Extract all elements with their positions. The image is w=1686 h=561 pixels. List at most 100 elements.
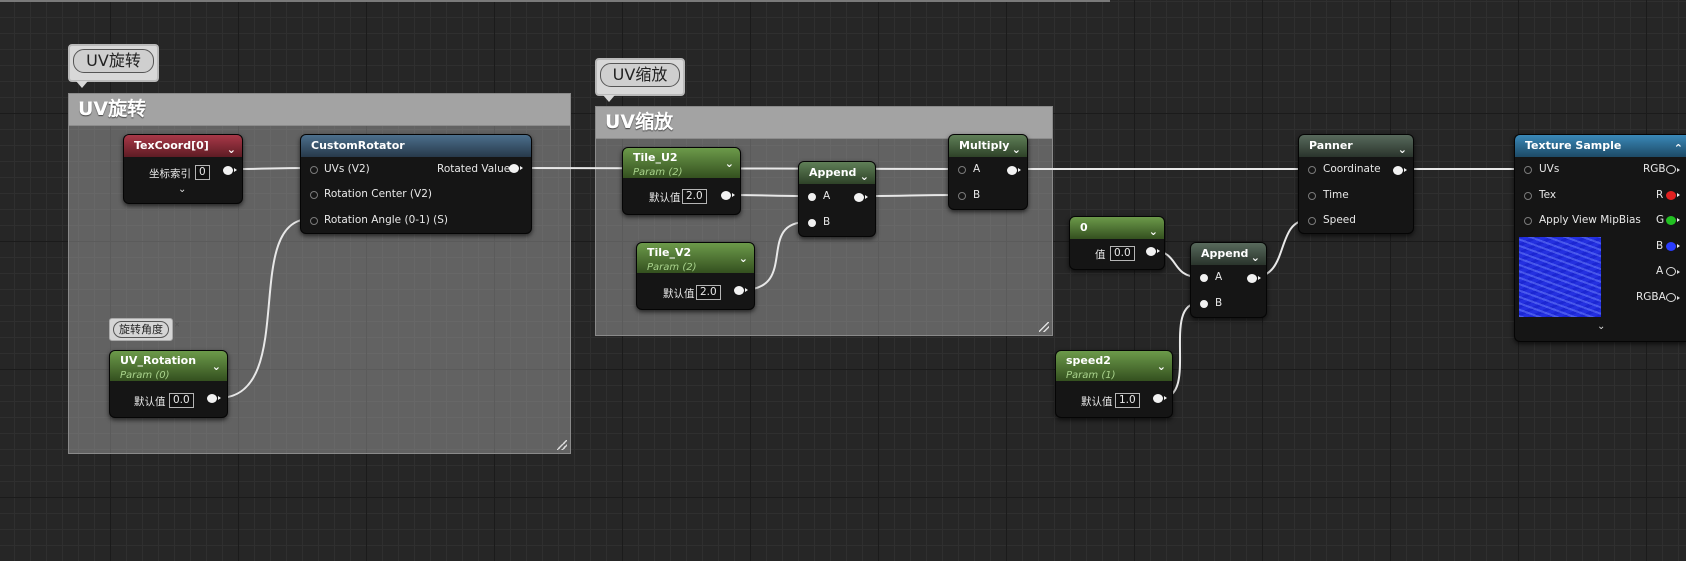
- node-constant-0[interactable]: 0 ⌄ 值 0.0: [1069, 216, 1165, 270]
- node-append[interactable]: Append ⌄ A B: [798, 161, 876, 237]
- node-header[interactable]: UV_Rotation Param (0) ⌄: [110, 351, 227, 381]
- output-pin-red[interactable]: [1666, 191, 1680, 200]
- input-pin[interactable]: [310, 191, 318, 199]
- output-pin[interactable]: [721, 191, 735, 200]
- output-pin[interactable]: [1247, 274, 1261, 283]
- output-pin[interactable]: [223, 166, 237, 175]
- pin-label: G: [1656, 214, 1665, 226]
- node-uv-rotation[interactable]: UV_Rotation Param (0) ⌄ 默认值 0.0: [109, 350, 228, 418]
- output-pin[interactable]: [1666, 165, 1680, 174]
- node-header[interactable]: CustomRotator: [301, 135, 531, 157]
- pin-label: RGBA: [1636, 291, 1666, 303]
- node-speed2[interactable]: speed2 Param (1) ⌄ 默认值 1.0: [1055, 350, 1173, 418]
- expand-chevron-icon[interactable]: ⌄: [1597, 321, 1605, 332]
- pin-label: Time: [1323, 189, 1349, 201]
- node-tile-v2[interactable]: Tile_V2 Param (2) ⌄ 默认值 2.0: [636, 242, 755, 310]
- pin-label: Rotated Values: [437, 163, 516, 175]
- input-pin[interactable]: [310, 166, 318, 174]
- chevron-down-icon[interactable]: ⌄: [1398, 139, 1407, 161]
- chevron-down-icon[interactable]: ⌄: [739, 251, 748, 266]
- node-title: Append: [1201, 247, 1249, 260]
- node-header[interactable]: speed2 Param (1) ⌄: [1056, 351, 1172, 381]
- node-header[interactable]: Multiply ⌄: [949, 135, 1027, 157]
- output-pin[interactable]: [1153, 394, 1167, 403]
- output-pin[interactable]: [207, 394, 221, 403]
- value-field[interactable]: 2.0: [696, 285, 721, 300]
- output-pin[interactable]: [1146, 247, 1160, 256]
- chevron-down-icon[interactable]: ⌄: [860, 166, 869, 188]
- input-pin[interactable]: [1524, 192, 1532, 200]
- input-pin[interactable]: [1308, 166, 1316, 174]
- chevron-down-icon[interactable]: ⌄: [1157, 359, 1166, 374]
- value-field[interactable]: 0.0: [169, 393, 194, 408]
- wire-uvrotation-to-rotator: [217, 218, 311, 399]
- output-pin[interactable]: [509, 164, 523, 173]
- input-pin[interactable]: [310, 217, 318, 225]
- output-pin[interactable]: [1666, 293, 1680, 302]
- pin-label: RGB: [1643, 163, 1666, 175]
- chevron-down-icon[interactable]: ⌄: [227, 139, 236, 161]
- node-header[interactable]: Tile_V2 Param (2) ⌄: [637, 243, 754, 273]
- value-field[interactable]: 0: [195, 165, 210, 180]
- chevron-down-icon[interactable]: ⌄: [1012, 139, 1021, 161]
- output-pin[interactable]: [1666, 267, 1680, 276]
- node-panner[interactable]: Panner ⌄ Coordinate Time Speed: [1298, 134, 1414, 234]
- input-pin[interactable]: [808, 219, 816, 227]
- pin-label: UVs (V2): [324, 163, 370, 175]
- node-header[interactable]: 0 ⌄: [1070, 217, 1164, 239]
- pin-label: Coordinate: [1323, 163, 1381, 175]
- input-pin[interactable]: [1524, 166, 1532, 174]
- output-pin[interactable]: [1007, 166, 1021, 175]
- chevron-down-icon[interactable]: ⌄: [725, 156, 734, 171]
- node-title: Tile_V2: [647, 246, 692, 259]
- pin-label: 默认值: [1081, 396, 1113, 408]
- expand-chevron-icon[interactable]: ⌄: [178, 184, 186, 195]
- output-pin[interactable]: [854, 193, 868, 202]
- output-pin[interactable]: [1393, 166, 1407, 175]
- pin-label: A: [1215, 271, 1223, 283]
- input-pin[interactable]: [958, 166, 966, 174]
- close-icon[interactable]: ✕: [174, 321, 180, 329]
- wire-texcoord-to-rotator: [232, 167, 311, 170]
- input-pin[interactable]: [808, 193, 816, 201]
- node-header[interactable]: TexCoord[0] ⌄: [124, 135, 242, 157]
- node-header[interactable]: Tile_U2 Param (2) ⌄: [623, 148, 740, 178]
- pin-label: UVs: [1539, 163, 1560, 175]
- input-pin[interactable]: [1200, 274, 1208, 282]
- pin-label: A: [973, 163, 981, 175]
- node-tile-u2[interactable]: Tile_U2 Param (2) ⌄ 默认值 2.0: [622, 147, 741, 215]
- input-pin[interactable]: [1308, 217, 1316, 225]
- output-pin-green[interactable]: [1666, 216, 1680, 225]
- node-texture-sample[interactable]: Texture Sample ⌃ UVs Tex Apply View MipBi…: [1514, 134, 1686, 342]
- chevron-down-icon[interactable]: ⌄: [212, 359, 221, 374]
- node-header[interactable]: Panner ⌄: [1299, 135, 1413, 157]
- value-field[interactable]: 0.0: [1110, 246, 1135, 261]
- node-texcoord[interactable]: TexCoord[0] ⌄ 坐标索引 0 ⌄: [123, 134, 243, 204]
- value-field[interactable]: 1.0: [1115, 393, 1140, 408]
- pin-label: B: [823, 216, 831, 228]
- node-custom-rotator[interactable]: CustomRotator UVs (V2) Rotation Center (…: [300, 134, 532, 234]
- input-pin[interactable]: [958, 192, 966, 200]
- node-append-2[interactable]: Append ⌄ A B: [1190, 242, 1267, 318]
- node-header[interactable]: Texture Sample ⌃: [1515, 135, 1686, 157]
- node-title: Tile_U2: [633, 151, 678, 164]
- input-pin[interactable]: [1308, 192, 1316, 200]
- node-title: Panner: [1309, 139, 1353, 152]
- node-comment-bubble[interactable]: 旋转角度 ✕: [109, 318, 180, 341]
- node-header[interactable]: Append ⌄: [1191, 243, 1266, 265]
- chevron-down-icon[interactable]: ⌄: [1251, 247, 1260, 269]
- node-title: UV_Rotation: [120, 354, 197, 367]
- value-field[interactable]: 2.0: [682, 189, 707, 204]
- pin-label: A: [823, 190, 831, 202]
- chevron-down-icon[interactable]: ⌄: [1149, 221, 1158, 243]
- node-header[interactable]: Append ⌄: [799, 162, 875, 184]
- node-multiply[interactable]: Multiply ⌄ A B: [948, 134, 1028, 210]
- input-pin[interactable]: [1524, 217, 1532, 225]
- output-pin[interactable]: [734, 286, 748, 295]
- input-pin[interactable]: [1200, 300, 1208, 308]
- pin-label: 默认值: [663, 288, 695, 300]
- output-pin-blue[interactable]: [1666, 242, 1680, 251]
- node-comment-label: 旋转角度: [113, 321, 169, 338]
- pin-label: 坐标索引: [149, 168, 191, 180]
- chevron-up-icon[interactable]: ⌃: [1674, 138, 1683, 160]
